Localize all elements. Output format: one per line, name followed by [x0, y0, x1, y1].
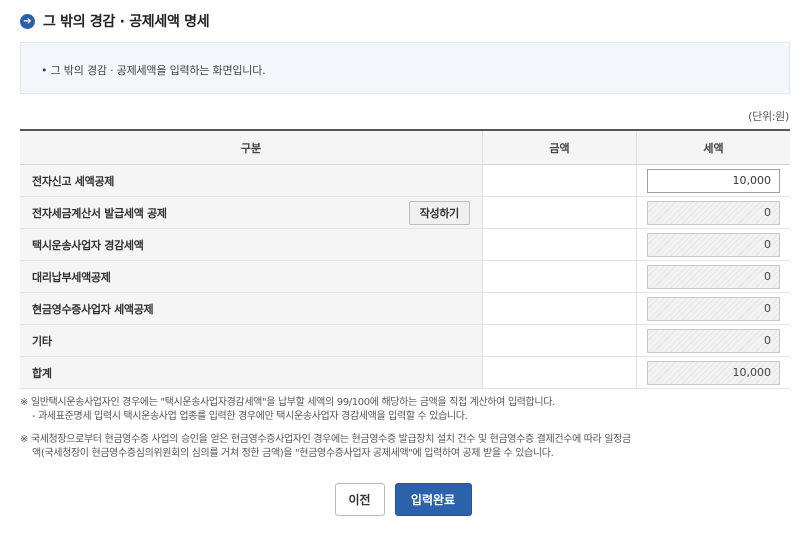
amount-cell	[482, 197, 636, 228]
tax-cell: 0	[636, 325, 790, 356]
tax-cell: 0	[636, 261, 790, 292]
amount-cell	[482, 261, 636, 292]
row-label: 전자세금계산서 발급세액 공제 작성하기	[20, 197, 482, 228]
taxi-reduction-input: 0	[647, 232, 780, 257]
table-row: 대리납부세액공제 0	[20, 261, 790, 293]
page-title: 그 밖의 경감 · 공제세액 명세	[43, 14, 210, 30]
note-cash-receipt-cont: 액(국세청장이 현금영수증심의위원회의 심의를 거쳐 정한 금액)을 "현금영수…	[32, 448, 554, 459]
table-row: 전자신고 세액공제 10,000	[20, 165, 790, 197]
info-text: • 그 밖의 경감 · 공제세액을 입력하는 화면입니다.	[41, 64, 266, 77]
amount-cell	[482, 357, 636, 388]
header-category: 구분	[240, 141, 262, 155]
tax-cell: 10,000	[636, 357, 790, 388]
arrow-circle-icon: ➔	[20, 13, 35, 29]
table-row: 합계 10,000	[20, 357, 790, 389]
table-row: 현금영수증사업자 세액공제 0	[20, 293, 790, 325]
amount-cell	[482, 229, 636, 260]
amount-cell	[482, 165, 636, 196]
row-label-text: 택시운송사업자 경감세액	[32, 238, 144, 252]
prev-button[interactable]: 이전	[334, 483, 385, 516]
amount-cell	[482, 325, 636, 356]
other-credit-input: 0	[647, 328, 780, 353]
amount-cell	[482, 293, 636, 324]
table-header: 구분 금액 세액	[20, 131, 790, 165]
e-invoice-credit-input: 0	[647, 200, 780, 225]
cash-receipt-credit-input: 0	[647, 296, 780, 321]
header-tax: 세액	[636, 131, 790, 164]
tax-cell: 0	[636, 229, 790, 260]
write-button[interactable]: 작성하기	[408, 200, 470, 225]
table-row: 전자세금계산서 발급세액 공제 작성하기 0	[20, 197, 790, 229]
row-label: 기타	[20, 325, 482, 356]
tax-cell: 10,000	[636, 165, 790, 196]
info-box: • 그 밖의 경감 · 공제세액을 입력하는 화면입니다.	[20, 42, 790, 94]
note-taxi-sub: - 과세표준명세 입력시 택시운송사업 업종를 입력한 경우에만 택시운송사업자…	[32, 411, 468, 422]
page-title-row: ➔ 그 밖의 경감 · 공제세액 명세	[20, 10, 210, 32]
e-filing-credit-input[interactable]: 10,000	[647, 168, 780, 193]
table-row: 기타 0	[20, 325, 790, 357]
row-label: 합계	[20, 357, 482, 388]
row-label-text: 기타	[32, 334, 52, 348]
note-cash-receipt: ※ 국세청장으로부터 현금영수증 사업의 승인을 얻은 현금영수증사업자인 경우…	[20, 434, 631, 445]
table-row: 택시운송사업자 경감세액 0	[20, 229, 790, 261]
row-label-text: 합계	[32, 366, 52, 380]
tax-cell: 0	[636, 293, 790, 324]
note-taxi: ※ 일반택시운송사업자인 경우에는 "택시운송사업자경감세액"을 납부할 세액의…	[20, 397, 555, 408]
button-bar: 이전 입력완료	[0, 483, 806, 516]
total-input: 10,000	[647, 360, 780, 385]
row-label-text: 대리납부세액공제	[32, 270, 111, 284]
row-label: 전자신고 세액공제	[20, 165, 482, 196]
row-label: 대리납부세액공제	[20, 261, 482, 292]
tax-cell: 0	[636, 197, 790, 228]
deduction-table: 구분 금액 세액 전자신고 세액공제 10,000 전자세금계산서 발급세액 공…	[20, 129, 790, 389]
row-label-text: 전자세금계산서 발급세액 공제	[32, 206, 167, 220]
row-label-text: 현금영수증사업자 세액공제	[32, 302, 154, 316]
header-amount: 금액	[482, 131, 636, 164]
unit-label: (단위:원)	[748, 110, 789, 123]
proxy-payment-credit-input: 0	[647, 264, 780, 289]
row-label: 택시운송사업자 경감세액	[20, 229, 482, 260]
row-label: 현금영수증사업자 세액공제	[20, 293, 482, 324]
row-label-text: 전자신고 세액공제	[32, 174, 115, 188]
submit-button[interactable]: 입력완료	[394, 483, 472, 516]
